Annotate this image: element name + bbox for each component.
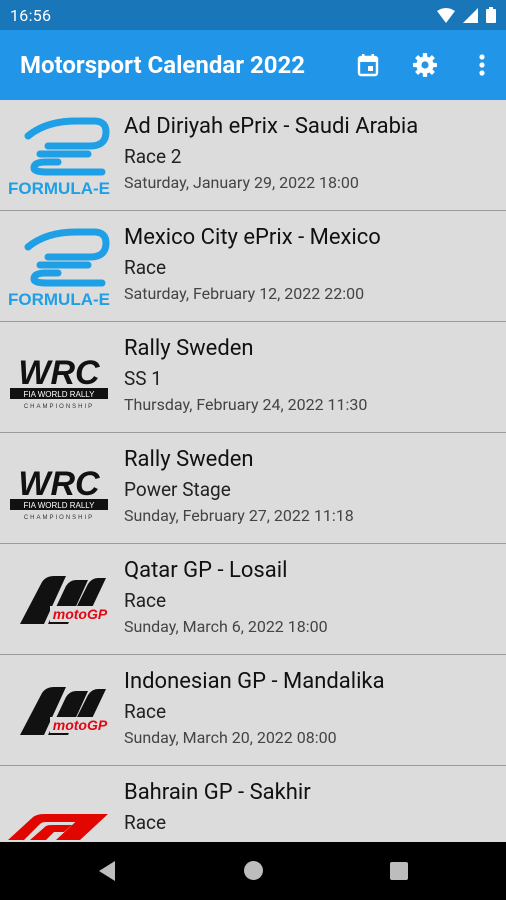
formula-e-logo-text: FORMULA-E (8, 179, 110, 198)
event-session: SS 1 (124, 367, 162, 390)
f1-logo-icon (8, 814, 108, 840)
recents-icon[interactable] (390, 862, 408, 880)
status-time: 16:56 (10, 6, 52, 25)
event-list[interactable]: FORMULA-E Ad Diriyah ePrix - Saudi Arabi… (0, 100, 506, 842)
gear-icon (413, 53, 437, 77)
event-title: Qatar GP - Losail (124, 558, 288, 583)
home-icon[interactable] (243, 860, 264, 881)
formula-e-logo-icon: FORMULA-E (8, 228, 110, 309)
event-title: Indonesian GP - Mandalika (124, 669, 385, 694)
event-title: Rally Sweden (124, 336, 254, 361)
event-session: Race (124, 256, 167, 279)
wrc-logo-icon: WRC FIA WORLD RALLY CHAMPIONSHIP (10, 354, 108, 410)
battery-icon (486, 7, 496, 23)
calendar-button[interactable] (354, 51, 382, 79)
event-session: Race (124, 589, 167, 612)
list-item[interactable]: FORMULA-E Ad Diriyah ePrix - Saudi Arabi… (0, 100, 506, 211)
wrc-logo-icon: WRC FIA WORLD RALLY CHAMPIONSHIP (10, 465, 108, 521)
overflow-menu-button[interactable] (468, 51, 496, 79)
event-title: Bahrain GP - Sakhir (124, 780, 311, 805)
event-title: Mexico City ePrix - Mexico (124, 225, 381, 250)
more-vert-icon (479, 54, 485, 76)
event-date: Sunday, February 27, 2022 11:18 (124, 506, 354, 525)
list-item[interactable]: WRC FIA WORLD RALLY CHAMPIONSHIP Rally S… (0, 433, 506, 544)
cell-signal-icon (463, 7, 478, 23)
list-item[interactable]: FORMULA-E Mexico City ePrix - Mexico Rac… (0, 211, 506, 322)
settings-button[interactable] (411, 51, 439, 79)
event-session: Race (124, 811, 167, 834)
app-title: Motorsport Calendar 2022 (20, 51, 306, 79)
wrc-logo-text: WRC (18, 354, 100, 392)
event-date: Sunday, March 6, 2022 18:00 (124, 617, 328, 636)
motogp-logo-icon: motoGP (20, 687, 110, 735)
event-title: Rally Sweden (124, 447, 254, 472)
wrc-logo-subtext2: CHAMPIONSHIP (24, 515, 94, 521)
wrc-logo-text: WRC (18, 465, 100, 503)
app-bar: Motorsport Calendar 2022 (0, 30, 506, 100)
motogp-logo-text: motoGP (53, 717, 108, 733)
status-bar: 16:56 (0, 0, 506, 30)
formula-e-logo-text: FORMULA-E (8, 290, 110, 309)
list-item[interactable]: motoGP Qatar GP - Losail Race Sunday, Ma… (0, 544, 506, 655)
event-session: Race (124, 700, 167, 723)
motogp-logo-icon: motoGP (20, 576, 110, 624)
event-date: Sunday, March 20, 2022 08:00 (124, 728, 337, 747)
back-icon[interactable] (97, 860, 117, 882)
wifi-icon (437, 7, 455, 23)
event-session: Race 2 (124, 145, 182, 168)
event-title: Ad Diriyah ePrix - Saudi Arabia (124, 114, 419, 139)
navigation-bar (0, 842, 506, 900)
list-item[interactable]: WRC FIA WORLD RALLY CHAMPIONSHIP Rally S… (0, 322, 506, 433)
formula-e-logo-icon: FORMULA-E (8, 117, 110, 198)
event-date: Saturday, January 29, 2022 18:00 (124, 173, 359, 192)
event-date: Saturday, February 12, 2022 22:00 (124, 284, 365, 303)
wrc-logo-subtext2: CHAMPIONSHIP (24, 404, 94, 410)
list-item[interactable]: Bahrain GP - Sakhir Race (0, 766, 506, 842)
app-actions (354, 51, 496, 79)
list-item[interactable]: motoGP Indonesian GP - Mandalika Race Su… (0, 655, 506, 766)
event-session: Power Stage (124, 478, 231, 501)
event-date: Thursday, February 24, 2022 11:30 (124, 395, 368, 414)
status-icons (437, 7, 496, 23)
motogp-logo-text: motoGP (53, 606, 108, 622)
wrc-logo-subtext: FIA WORLD RALLY (24, 501, 96, 510)
calendar-icon (357, 54, 379, 77)
wrc-logo-subtext: FIA WORLD RALLY (24, 390, 96, 399)
